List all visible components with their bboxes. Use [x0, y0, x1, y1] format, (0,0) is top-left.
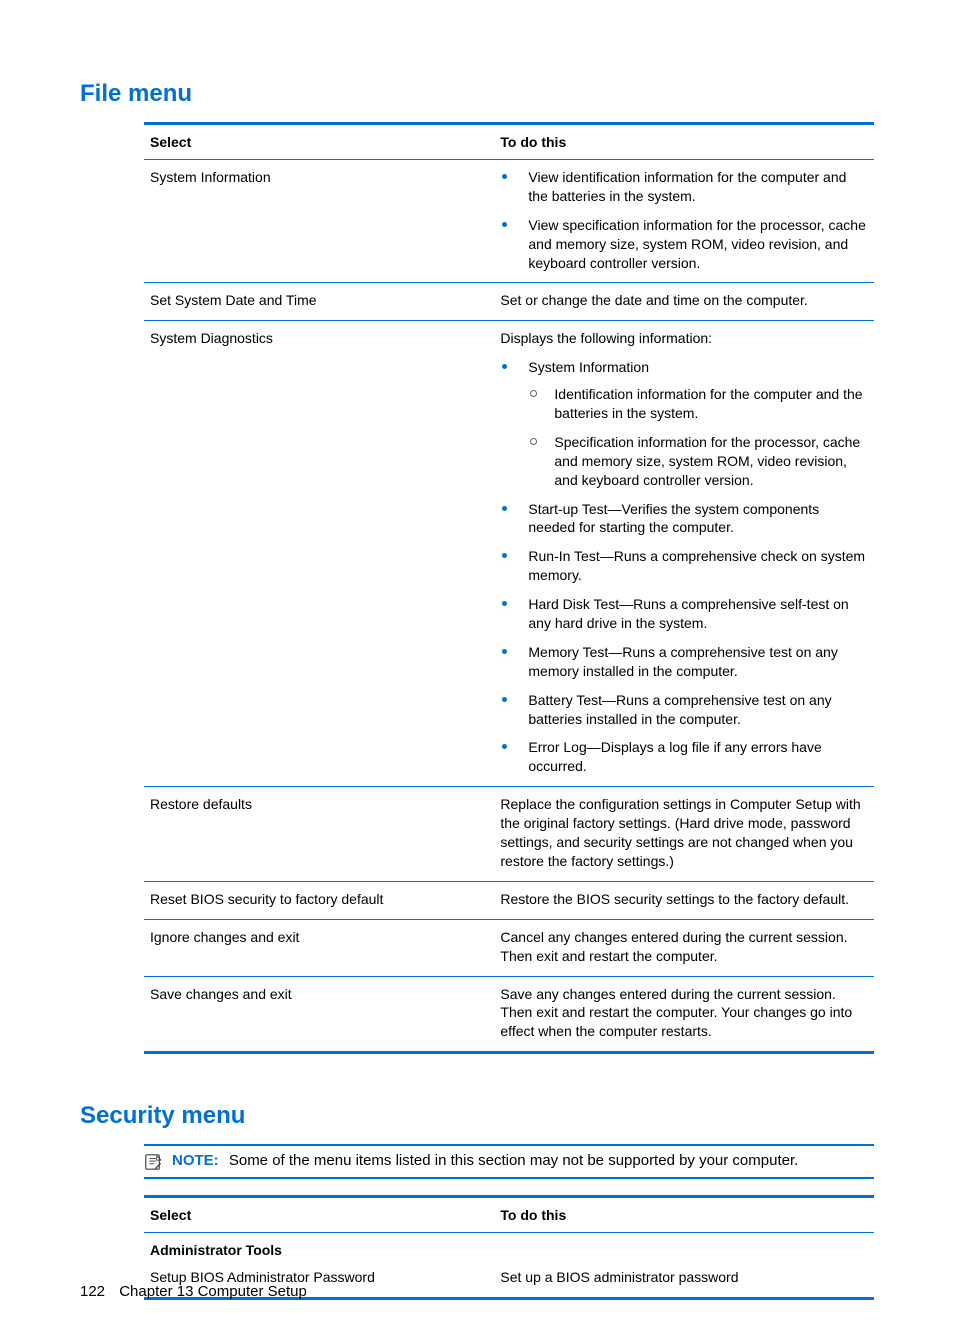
table-row: Restore defaults Replace the configurati…: [144, 787, 874, 882]
table-row: Ignore changes and exit Cancel any chang…: [144, 919, 874, 976]
note-text: Some of the menu items listed in this se…: [229, 1152, 798, 1169]
list-item: Run-In Test—Runs a comprehensive check o…: [500, 547, 868, 585]
cell-select: System Information: [144, 160, 494, 283]
list-item: Memory Test—Runs a comprehensive test on…: [500, 643, 868, 681]
diag-sysinfo-label: System Information: [528, 359, 649, 375]
list-item: Identification information for the compu…: [528, 385, 868, 423]
table-row: Reset BIOS security to factory default R…: [144, 881, 874, 919]
col-header-todo: To do this: [494, 124, 874, 160]
file-menu-table: Select To do this System Information Vie…: [144, 122, 874, 1054]
list-item: Hard Disk Test—Runs a comprehensive self…: [500, 595, 868, 633]
list-item: View specification information for the p…: [500, 216, 868, 273]
cell-select: Reset BIOS security to factory default: [144, 881, 494, 919]
cell-select: Ignore changes and exit: [144, 919, 494, 976]
list-item: Start-up Test—Verifies the system compon…: [500, 500, 868, 538]
bullet-list: System Information Identification inform…: [500, 358, 868, 776]
cell-select: Set System Date and Time: [144, 283, 494, 321]
col-header-todo: To do this: [494, 1197, 874, 1233]
page-number: 122: [80, 1283, 105, 1300]
security-menu-heading: Security menu: [80, 1102, 874, 1130]
table-row: Save changes and exit Save any changes e…: [144, 976, 874, 1053]
cell-todo: Cancel any changes entered during the cu…: [494, 919, 874, 976]
cell-select: Save changes and exit: [144, 976, 494, 1053]
table-row: System Information View identification i…: [144, 160, 874, 283]
cell-select: Restore defaults: [144, 787, 494, 882]
table-row: System Diagnostics Displays the followin…: [144, 321, 874, 787]
cell-todo: Displays the following information: Syst…: [494, 321, 874, 787]
note-label: NOTE:: [172, 1152, 219, 1169]
diagnostics-intro: Displays the following information:: [500, 329, 868, 348]
note-content: NOTE: Some of the menu items listed in t…: [172, 1152, 798, 1169]
admin-tools-subheading: Administrator Tools: [144, 1233, 874, 1264]
document-page: File menu Select To do this System Infor…: [0, 0, 954, 1340]
list-item: Error Log—Displays a log file if any err…: [500, 738, 868, 776]
cell-todo: Save any changes entered during the curr…: [494, 976, 874, 1053]
cell-select: System Diagnostics: [144, 321, 494, 787]
cell-todo: View identification information for the …: [494, 160, 874, 283]
table-row: Administrator Tools: [144, 1233, 874, 1264]
table-row: Set System Date and Time Set or change t…: [144, 283, 874, 321]
list-item: Specification information for the proces…: [528, 433, 868, 490]
col-header-select: Select: [144, 1197, 494, 1233]
list-item: View identification information for the …: [500, 168, 868, 206]
list-item: System Information Identification inform…: [500, 358, 868, 489]
col-header-select: Select: [144, 124, 494, 160]
note-icon: [144, 1153, 162, 1171]
page-footer: 122 Chapter 13 Computer Setup: [80, 1283, 307, 1300]
cell-todo: Replace the configuration settings in Co…: [494, 787, 874, 882]
cell-todo: Restore the BIOS security settings to th…: [494, 881, 874, 919]
chapter-label: Chapter 13 Computer Setup: [119, 1283, 307, 1300]
cell-todo: Set up a BIOS administrator password: [494, 1264, 874, 1298]
bullet-list: View identification information for the …: [500, 168, 868, 272]
sub-bullet-list: Identification information for the compu…: [528, 385, 868, 489]
note-box: NOTE: Some of the menu items listed in t…: [144, 1144, 874, 1179]
file-menu-heading: File menu: [80, 80, 874, 108]
list-item: Battery Test—Runs a comprehensive test o…: [500, 691, 868, 729]
cell-todo: Set or change the date and time on the c…: [494, 283, 874, 321]
